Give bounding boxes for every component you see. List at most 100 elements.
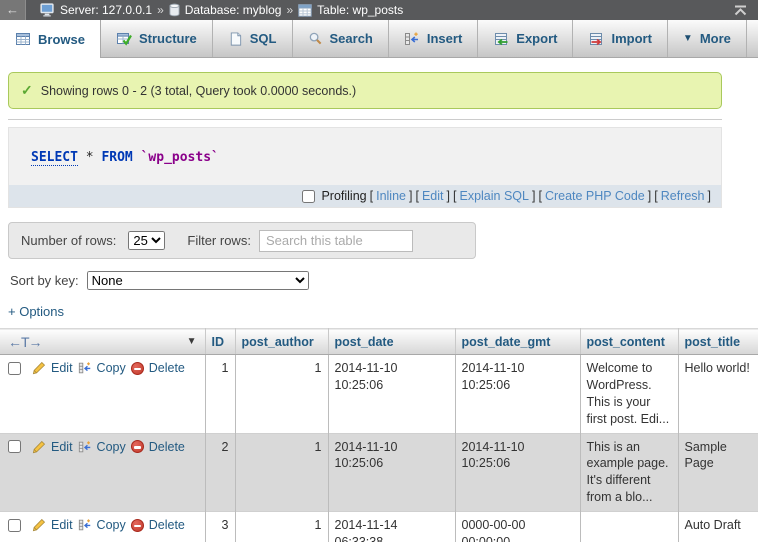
- create-php-code-link[interactable]: Create PHP Code: [545, 189, 645, 203]
- edit-row-link[interactable]: Edit: [51, 439, 73, 456]
- sql-icon: [228, 31, 243, 47]
- delete-minus-icon: [131, 519, 144, 532]
- breadcrumb-bar: ← Server: 127.0.0.1 » Database: myblog »…: [0, 0, 758, 20]
- breadcrumb-database[interactable]: Database: myblog: [185, 3, 282, 17]
- export-icon: [493, 31, 509, 47]
- sql-query-box: SELECT * FROM `wp_posts` Profiling [ Inl…: [8, 127, 722, 208]
- profiling-label: Profiling: [321, 189, 366, 203]
- profiling-checkbox[interactable]: [302, 190, 315, 203]
- results-table: ←T→ ▼ ID post_author post_date post_date…: [0, 328, 758, 542]
- chevron-down-icon: ▼: [683, 33, 693, 44]
- structure-icon: [116, 31, 132, 47]
- copy-row-icon: [78, 440, 92, 454]
- table-header-row: ←T→ ▼ ID post_author post_date post_date…: [0, 329, 758, 355]
- cell-post-content: Welcome to WordPress. This is your first…: [580, 355, 678, 434]
- bracket: ]: [532, 189, 535, 203]
- delete-row-link[interactable]: Delete: [149, 360, 185, 377]
- explain-sql-link[interactable]: Explain SQL: [459, 189, 528, 203]
- sql-keyword-from: FROM: [101, 150, 132, 165]
- table-row: Edit Copy Delete 3 1 2014-11-14 06:33:38…: [0, 512, 758, 542]
- copy-row-icon: [78, 361, 92, 375]
- bracket: [: [415, 189, 418, 203]
- row-select-checkbox[interactable]: [8, 362, 21, 375]
- sql-keyword-select[interactable]: SELECT: [31, 150, 78, 166]
- inline-link[interactable]: Inline: [376, 189, 406, 203]
- bracket: [: [654, 189, 657, 203]
- query-options-strip: Profiling [ Inline ] [ Edit ] [ Explain …: [9, 185, 721, 207]
- breadcrumb-table[interactable]: Table: wp_posts: [317, 3, 403, 17]
- sort-by-key-label: Sort by key:: [10, 273, 79, 288]
- cell-id: 1: [205, 355, 235, 434]
- tab-insert-label: Insert: [427, 31, 462, 46]
- delete-row-link[interactable]: Delete: [149, 439, 185, 456]
- success-message: ✓ Showing rows 0 - 2 (3 total, Query too…: [8, 72, 722, 109]
- table-row: Edit Copy Delete 1 1 2014-11-10 10:25:06…: [0, 355, 758, 434]
- browse-icon: [15, 31, 31, 47]
- cell-post-date: 2014-11-10 10:25:06: [328, 355, 455, 434]
- edit-pencil-icon: [32, 361, 46, 375]
- num-rows-select[interactable]: 25: [128, 231, 165, 250]
- cell-post-date: 2014-11-14 06:33:38: [328, 512, 455, 542]
- tab-sql-label: SQL: [250, 31, 277, 46]
- column-header-post-date[interactable]: post_date: [328, 329, 455, 355]
- column-header-id[interactable]: ID: [205, 329, 235, 355]
- delete-row-link[interactable]: Delete: [149, 517, 185, 534]
- filter-rows-input[interactable]: [259, 230, 413, 252]
- cell-post-title: Sample Page: [678, 433, 758, 512]
- section-divider: [8, 119, 722, 120]
- row-select-checkbox[interactable]: [8, 440, 21, 453]
- sql-table-name: `wp_posts`: [141, 150, 219, 165]
- column-header-post-content[interactable]: post_content: [580, 329, 678, 355]
- edit-row-link[interactable]: Edit: [51, 360, 73, 377]
- cell-post-date-gmt: 2014-11-10 10:25:06: [455, 433, 580, 512]
- tab-search[interactable]: Search: [293, 20, 389, 57]
- tab-structure[interactable]: Structure: [101, 20, 213, 57]
- delete-minus-icon: [131, 362, 144, 375]
- cell-post-author: 1: [235, 512, 328, 542]
- tab-import[interactable]: Import: [573, 20, 667, 57]
- tab-import-label: Import: [611, 31, 651, 46]
- tab-insert[interactable]: Insert: [389, 20, 478, 57]
- insert-icon: [404, 31, 420, 47]
- sql-star: *: [86, 150, 94, 165]
- refresh-link[interactable]: Refresh: [661, 189, 705, 203]
- edit-row-link[interactable]: Edit: [51, 517, 73, 534]
- table-icon: [298, 4, 312, 17]
- row-select-checkbox[interactable]: [8, 519, 21, 532]
- cell-post-date-gmt: 2014-11-10 10:25:06: [455, 355, 580, 434]
- tab-browse-label: Browse: [38, 32, 85, 47]
- bracket: [: [538, 189, 541, 203]
- column-header-post-date-gmt[interactable]: post_date_gmt: [455, 329, 580, 355]
- success-message-text: Showing rows 0 - 2 (3 total, Query took …: [41, 84, 356, 98]
- tab-export-label: Export: [516, 31, 557, 46]
- cell-post-author: 1: [235, 355, 328, 434]
- copy-row-link[interactable]: Copy: [97, 360, 126, 377]
- edit-query-link[interactable]: Edit: [422, 189, 444, 203]
- cell-post-title: Hello world!: [678, 355, 758, 434]
- column-header-post-author[interactable]: post_author: [235, 329, 328, 355]
- tab-export[interactable]: Export: [478, 20, 573, 57]
- tab-bar: Browse Structure SQL Search Insert Expor…: [0, 20, 758, 58]
- actions-menu-icon[interactable]: ▼: [187, 336, 197, 347]
- cell-post-date: 2014-11-10 10:25:06: [328, 433, 455, 512]
- sort-by-key-select[interactable]: None: [87, 271, 309, 290]
- cell-post-content: [580, 512, 678, 542]
- tab-browse[interactable]: Browse: [0, 20, 101, 58]
- tab-more-label: More: [700, 31, 731, 46]
- tab-structure-label: Structure: [139, 31, 197, 46]
- database-icon: [169, 3, 180, 17]
- collapse-console-icon[interactable]: [723, 5, 758, 16]
- bracket: [: [370, 189, 373, 203]
- copy-row-link[interactable]: Copy: [97, 439, 126, 456]
- back-button[interactable]: ←: [0, 0, 26, 20]
- column-move-arrows-icon[interactable]: ←T→: [8, 334, 42, 350]
- tab-more[interactable]: ▼ More: [668, 20, 747, 57]
- tab-sql[interactable]: SQL: [213, 20, 293, 57]
- column-header-post-title[interactable]: post_title: [678, 329, 758, 355]
- breadcrumb-server[interactable]: Server: 127.0.0.1: [60, 3, 152, 17]
- bracket: [: [453, 189, 456, 203]
- cell-post-content: This is an example page. It's different …: [580, 433, 678, 512]
- copy-row-link[interactable]: Copy: [97, 517, 126, 534]
- options-toggle-link[interactable]: + Options: [8, 304, 64, 319]
- filter-rows-label: Filter rows:: [187, 233, 251, 248]
